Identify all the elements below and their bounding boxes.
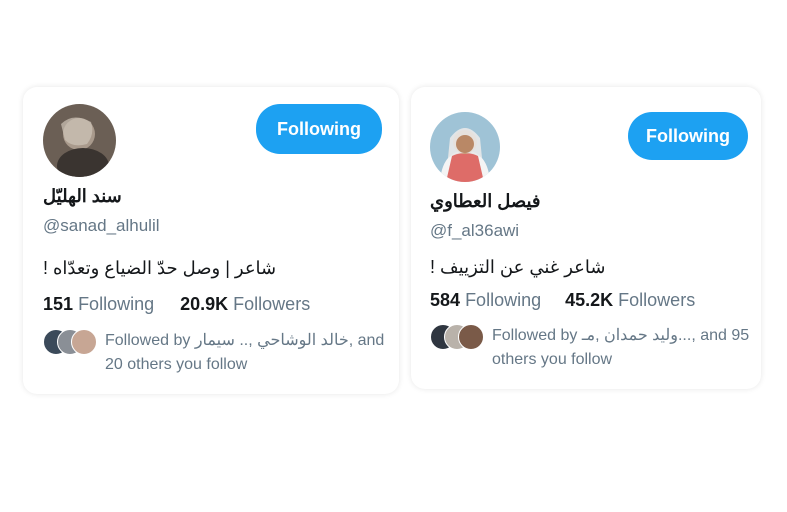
mutual-avatars bbox=[43, 329, 97, 355]
following-stat[interactable]: 151 Following bbox=[43, 294, 154, 315]
following-stat[interactable]: 584 Following bbox=[430, 290, 541, 311]
following-count: 151 bbox=[43, 294, 74, 314]
following-button[interactable]: Following bbox=[628, 112, 748, 160]
bio: شاعر غني عن التزييف ! bbox=[430, 257, 606, 277]
followers-stat[interactable]: 45.2K Followers bbox=[565, 290, 695, 311]
followed-by-text: Followed by وليد حمدان ,مـ..., and 95 ot… bbox=[492, 327, 750, 368]
followed-by-row[interactable]: Followed by وليد حمدان ,مـ..., and 95 ot… bbox=[430, 324, 752, 372]
username[interactable]: @sanad_alhulil bbox=[43, 216, 160, 236]
following-button[interactable]: Following bbox=[256, 104, 382, 154]
username[interactable]: @f_al36awi bbox=[430, 221, 519, 241]
stats-row: 584 Following 45.2K Followers bbox=[430, 290, 695, 311]
followed-by-text: Followed by خالد الوشاحي ,.. سيمار, and … bbox=[105, 332, 385, 373]
followed-by-row[interactable]: Followed by خالد الوشاحي ,.. سيمار, and … bbox=[43, 329, 395, 377]
followers-stat[interactable]: 20.9K Followers bbox=[180, 294, 310, 315]
bio: شاعر | وصل حدّ الضياع وتعدّاه ! bbox=[43, 258, 277, 278]
followers-count: 20.9K bbox=[180, 294, 229, 314]
followers-label: Followers bbox=[618, 290, 696, 310]
avatar-photo bbox=[43, 104, 116, 177]
mutual-avatar bbox=[71, 329, 97, 355]
following-count: 584 bbox=[430, 290, 461, 310]
stats-row: 151 Following 20.9K Followers bbox=[43, 294, 310, 315]
mutual-avatars bbox=[430, 324, 484, 350]
followers-count: 45.2K bbox=[565, 290, 614, 310]
avatar[interactable] bbox=[430, 112, 500, 182]
following-label: Following bbox=[78, 294, 155, 314]
avatar-photo bbox=[430, 112, 500, 182]
display-name[interactable]: سند الهليّل bbox=[43, 186, 122, 207]
followers-label: Followers bbox=[233, 294, 311, 314]
mutual-avatar bbox=[458, 324, 484, 350]
profile-card-faisal: Following فيصل العطاوي @f_al36awi شاعر غ… bbox=[411, 87, 761, 389]
profile-card-sanad: Following سند الهليّل @sanad_alhulil شاع… bbox=[23, 87, 399, 394]
display-name[interactable]: فيصل العطاوي bbox=[430, 191, 540, 212]
avatar[interactable] bbox=[43, 104, 116, 177]
following-label: Following bbox=[465, 290, 542, 310]
